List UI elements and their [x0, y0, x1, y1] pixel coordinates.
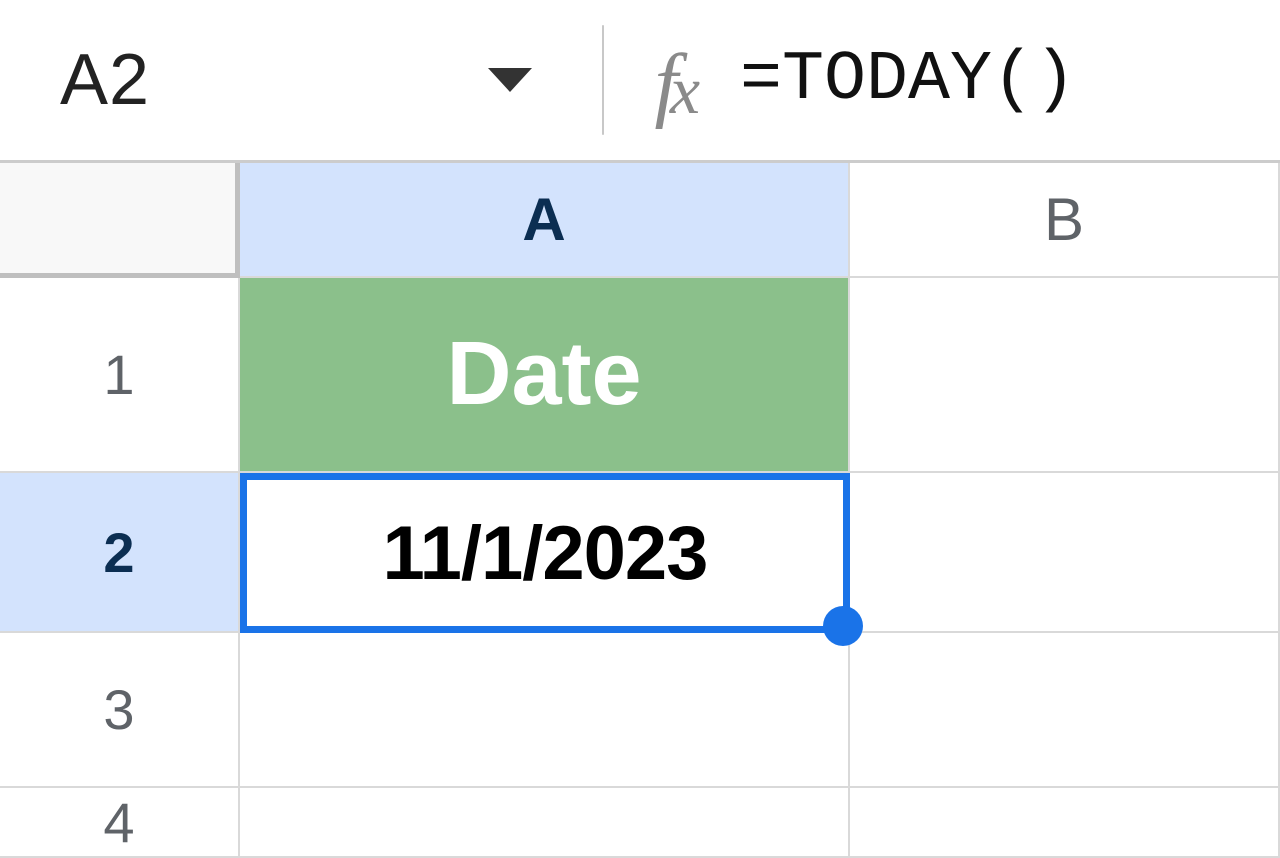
chevron-down-icon[interactable] — [488, 68, 532, 92]
formula-input[interactable] — [740, 41, 1240, 120]
formula-bar-divider — [602, 25, 605, 135]
row-header-2[interactable]: 2 — [0, 473, 240, 633]
fill-handle[interactable] — [823, 606, 863, 646]
cell-a4[interactable] — [240, 788, 850, 858]
row-header-3[interactable]: 3 — [0, 633, 240, 788]
column-header-a[interactable]: A — [240, 163, 850, 278]
name-box[interactable]: A2 — [60, 39, 150, 121]
cell-b3[interactable] — [850, 633, 1280, 788]
cell-b1[interactable] — [850, 278, 1280, 473]
formula-bar: A2 fx — [0, 0, 1280, 160]
cell-b4[interactable] — [850, 788, 1280, 858]
spreadsheet-grid: A B 1 Date 2 11/1/2023 3 4 — [0, 160, 1280, 858]
row-header-4[interactable]: 4 — [0, 788, 240, 858]
cell-a2-value: 11/1/2023 — [383, 510, 708, 597]
fx-icon: fx — [654, 42, 700, 126]
cell-a2[interactable]: 11/1/2023 — [240, 473, 850, 633]
cell-b2[interactable] — [850, 473, 1280, 633]
row-header-1[interactable]: 1 — [0, 278, 240, 473]
column-header-b[interactable]: B — [850, 163, 1280, 278]
cell-a1[interactable]: Date — [240, 278, 850, 473]
select-all-corner[interactable] — [0, 163, 240, 278]
name-box-container[interactable]: A2 — [60, 39, 592, 121]
cell-a3[interactable] — [240, 633, 850, 788]
